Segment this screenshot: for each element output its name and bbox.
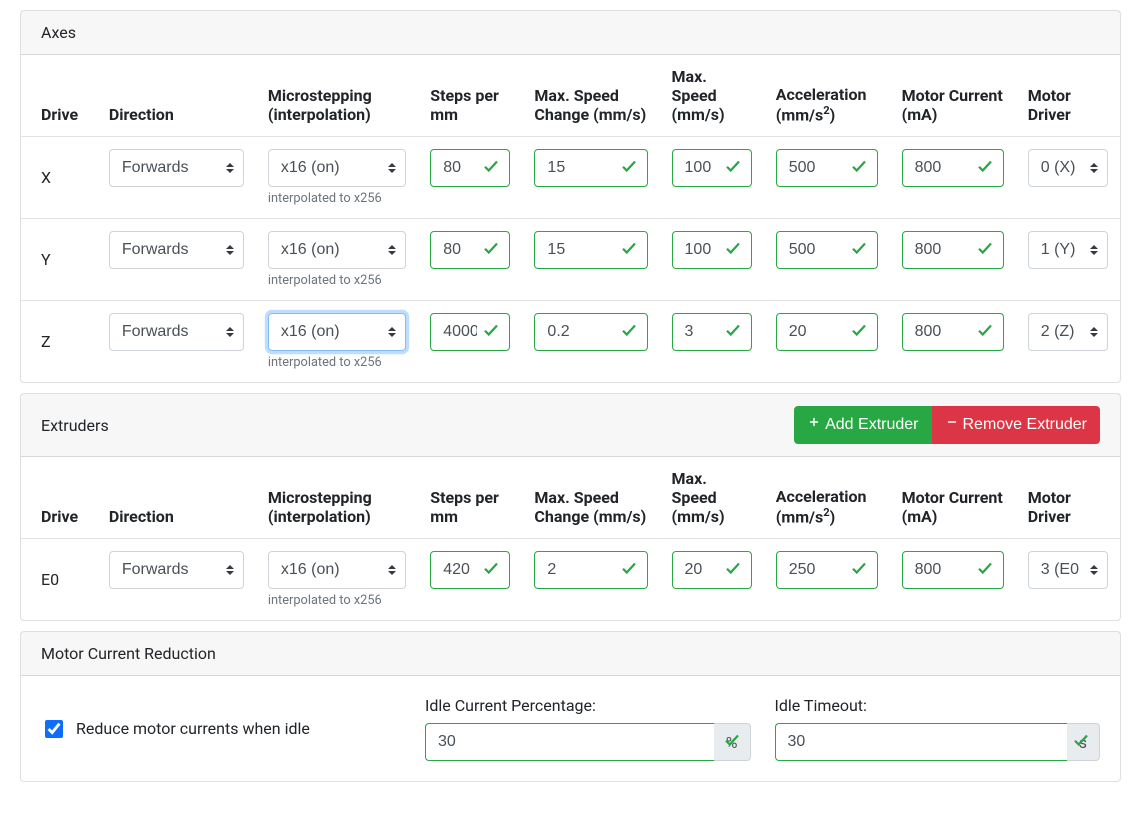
extruder-buttons: Add Extruder Remove Extruder — [794, 406, 1100, 444]
max-speed-input[interactable] — [672, 149, 752, 187]
mcr-title: Motor Current Reduction — [41, 644, 216, 663]
th-motor-driver: Motor Driver — [1016, 457, 1120, 539]
idle-pct-label: Idle Current Percentage: — [425, 696, 751, 715]
motor-current-input[interactable] — [902, 313, 1004, 351]
th-direction: Direction — [97, 55, 256, 137]
speed-change-input[interactable] — [534, 231, 647, 269]
interp-note: interpolated to x256 — [268, 273, 406, 288]
idle-timeout-input[interactable] — [775, 723, 1067, 761]
motor-current-reduction-card: Motor Current Reduction Reduce motor cur… — [20, 631, 1121, 782]
remove-extruder-button[interactable]: Remove Extruder — [932, 406, 1101, 444]
microstepping-select[interactable]: x16 (on) — [268, 551, 406, 589]
motor-current-input[interactable] — [902, 231, 1004, 269]
idle-timeout-unit: s — [1067, 723, 1100, 761]
steps-input[interactable] — [430, 149, 510, 187]
plus-icon — [807, 413, 821, 437]
steps-input[interactable] — [430, 551, 510, 589]
microstepping-select[interactable]: x16 (on) — [268, 149, 406, 187]
motor-driver-select[interactable]: 2 (Z) — [1028, 313, 1108, 351]
remove-extruder-label: Remove Extruder — [963, 413, 1088, 437]
th-motor-current: Motor Current (mA) — [890, 55, 1016, 137]
max-speed-input[interactable] — [672, 551, 752, 589]
th-steps: Steps per mm — [418, 55, 522, 137]
microstepping-select[interactable]: x16 (on) — [268, 313, 406, 351]
speed-change-input[interactable] — [534, 149, 647, 187]
idle-timeout-label: Idle Timeout: — [775, 696, 1101, 715]
th-direction: Direction — [97, 457, 256, 539]
interp-note: interpolated to x256 — [268, 191, 406, 206]
extruders-table: Drive Direction Microstepping (interpola… — [21, 457, 1120, 620]
direction-select[interactable]: Forwards — [109, 551, 244, 589]
th-max-speed: Max. Speed (mm/s) — [660, 55, 764, 137]
reduce-idle-label[interactable]: Reduce motor currents when idle — [76, 719, 310, 738]
th-max-speed: Max. Speed (mm/s) — [660, 457, 764, 539]
motor-driver-select[interactable]: 3 (E0) — [1028, 551, 1108, 589]
table-row: X Forwards x16 (on) interpolated to x256 — [21, 137, 1120, 219]
acceleration-input[interactable] — [776, 231, 878, 269]
th-drive: Drive — [21, 457, 97, 539]
idle-pct-input[interactable] — [425, 723, 714, 761]
th-motor-driver: Motor Driver — [1016, 55, 1120, 137]
idle-pct-unit: % — [714, 723, 751, 761]
axes-title: Axes — [41, 23, 76, 42]
motor-driver-select[interactable]: 0 (X) — [1028, 149, 1108, 187]
table-row: Y Forwards x16 (on) interpolated to x256 — [21, 219, 1120, 301]
drive-cell: Z — [21, 301, 97, 383]
mcr-card-header: Motor Current Reduction — [21, 632, 1120, 676]
th-motor-current: Motor Current (mA) — [890, 457, 1016, 539]
th-speed-change: Max. Speed Change (mm/s) — [522, 55, 659, 137]
axes-table: Drive Direction Microstepping (interpola… — [21, 55, 1120, 382]
acceleration-input[interactable] — [776, 551, 878, 589]
speed-change-input[interactable] — [534, 313, 647, 351]
extruders-card: Extruders Add Extruder Remove Extruder — [20, 393, 1121, 621]
microstepping-select[interactable]: x16 (on) — [268, 231, 406, 269]
add-extruder-button[interactable]: Add Extruder — [794, 406, 931, 444]
axes-card-header: Axes — [21, 11, 1120, 55]
extruders-title: Extruders — [41, 416, 109, 435]
th-steps: Steps per mm — [418, 457, 522, 539]
interp-note: interpolated to x256 — [268, 355, 406, 370]
th-acceleration: Acceleration (mm/s2) — [764, 457, 890, 539]
table-row: E0 Forwards x16 (on) interpolated to x25… — [21, 539, 1120, 621]
interp-note: interpolated to x256 — [268, 593, 406, 608]
speed-change-input[interactable] — [534, 551, 647, 589]
add-extruder-label: Add Extruder — [825, 413, 918, 437]
max-speed-input[interactable] — [672, 313, 752, 351]
table-row: Z Forwards x16 (on) interpolated to x256 — [21, 301, 1120, 383]
extruders-card-header: Extruders Add Extruder Remove Extruder — [21, 394, 1120, 457]
drive-cell: X — [21, 137, 97, 219]
steps-input[interactable] — [430, 231, 510, 269]
direction-select[interactable]: Forwards — [109, 231, 244, 269]
drive-cell: E0 — [21, 539, 97, 621]
minus-icon — [945, 413, 959, 437]
th-acceleration: Acceleration (mm/s2) — [764, 55, 890, 137]
acceleration-input[interactable] — [776, 149, 878, 187]
th-speed-change: Max. Speed Change (mm/s) — [522, 457, 659, 539]
th-microstepping: Microstepping (interpolation) — [256, 55, 418, 137]
max-speed-input[interactable] — [672, 231, 752, 269]
motor-driver-select[interactable]: 1 (Y) — [1028, 231, 1108, 269]
th-drive: Drive — [21, 55, 97, 137]
direction-select[interactable]: Forwards — [109, 313, 244, 351]
th-microstepping: Microstepping (interpolation) — [256, 457, 418, 539]
axes-card: Axes Drive Direction Microstepping (inte… — [20, 10, 1121, 383]
reduce-idle-checkbox[interactable] — [45, 720, 63, 738]
direction-select[interactable]: Forwards — [109, 149, 244, 187]
motor-current-input[interactable] — [902, 149, 1004, 187]
drive-cell: Y — [21, 219, 97, 301]
steps-input[interactable] — [430, 313, 510, 351]
motor-current-input[interactable] — [902, 551, 1004, 589]
acceleration-input[interactable] — [776, 313, 878, 351]
